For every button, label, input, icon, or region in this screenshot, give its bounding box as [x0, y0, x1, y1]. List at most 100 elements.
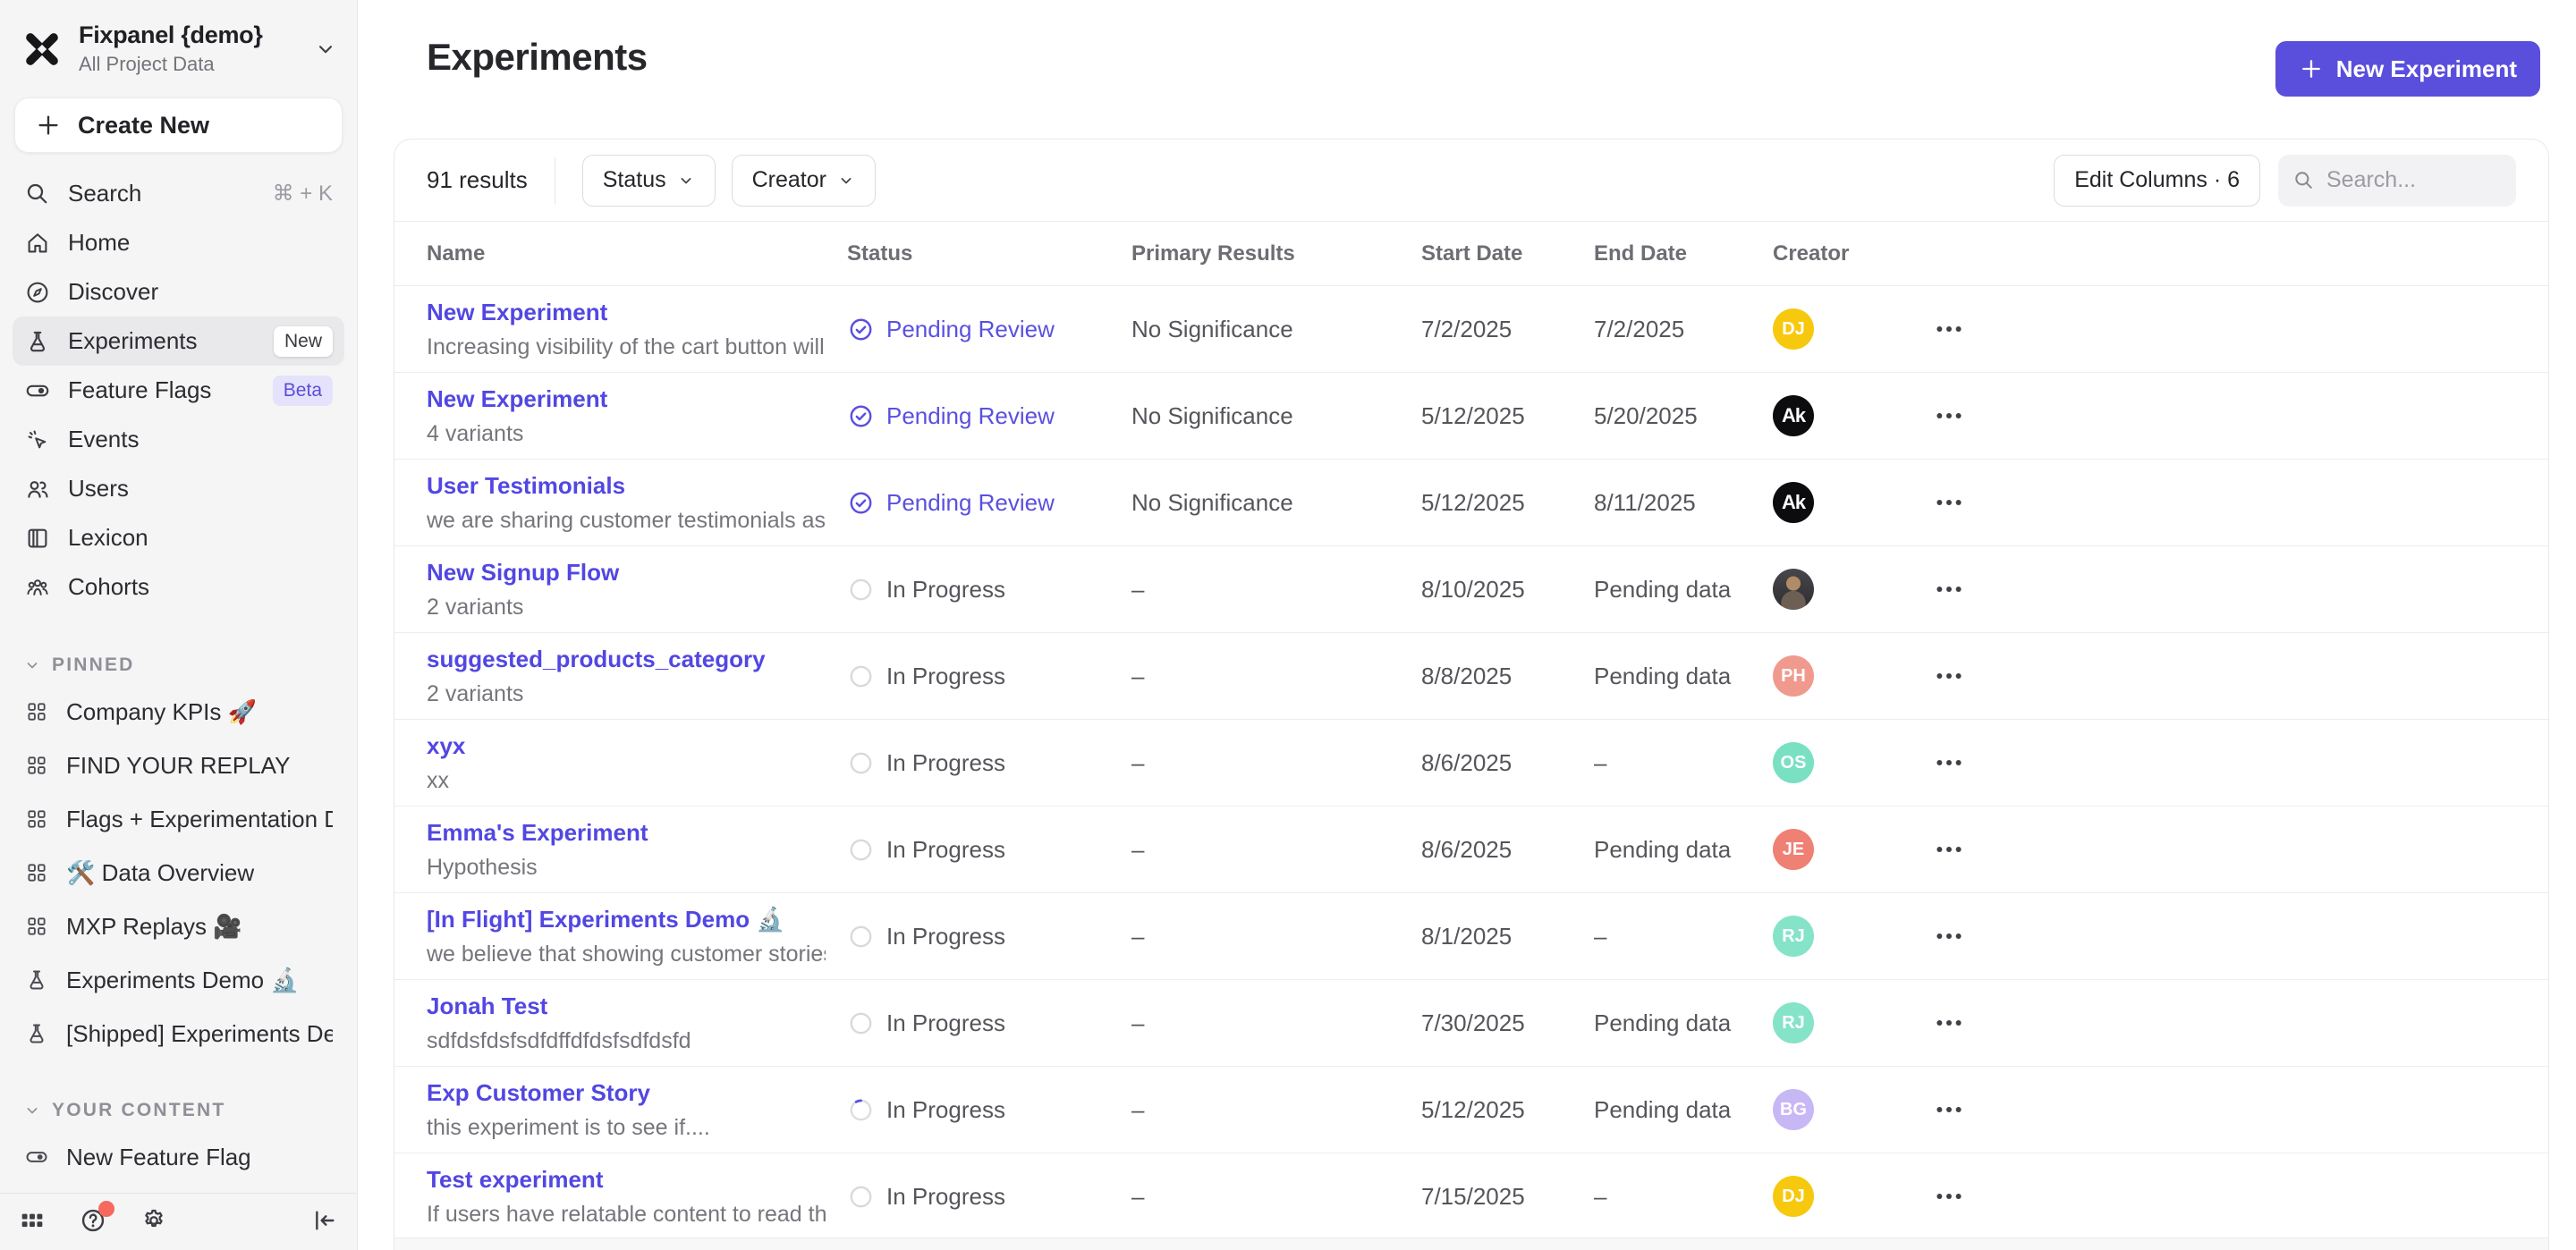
section-header-your-content[interactable]: YOUR CONTENT	[0, 1091, 357, 1130]
section-header-pinned[interactable]: PINNED	[0, 646, 357, 685]
kebab-menu-icon	[1934, 661, 1964, 691]
create-new-button[interactable]: Create New	[14, 97, 343, 153]
table-row: New Experiment Increasing visibility of t…	[394, 286, 2548, 373]
apps-grid-icon[interactable]	[18, 1206, 47, 1235]
experiment-description: Hypothesis	[427, 855, 826, 881]
sidebar-item-data-overview[interactable]: 🛠️ Data Overview	[13, 846, 344, 899]
experiment-link[interactable]: [In Flight] Experiments Demo 🔬	[427, 906, 826, 933]
end-date-cell: Pending data	[1594, 836, 1773, 864]
row-actions-button[interactable]	[1934, 574, 1996, 604]
experiment-link[interactable]: New Experiment	[427, 385, 826, 413]
status-circle-icon	[847, 1183, 875, 1211]
row-actions-button[interactable]	[1934, 314, 1996, 344]
creator-cell: OS	[1773, 742, 1934, 783]
status-filter-button[interactable]: Status	[582, 155, 716, 207]
new-experiment-button[interactable]: New Experiment	[2275, 41, 2540, 97]
experiment-link[interactable]: New Experiment	[427, 299, 826, 326]
sidebar-item-users[interactable]: Users	[13, 464, 344, 513]
experiment-description: sdfdsfdsfsdfdffdfdsfsdfdsfd	[427, 1028, 826, 1054]
status-cell: In Progress	[847, 576, 1131, 604]
sidebar-item-mxp-replays[interactable]: MXP Replays 🎥	[13, 899, 344, 953]
status-label: In Progress	[886, 576, 1005, 604]
avatar[interactable]: BG	[1773, 1089, 1814, 1130]
sidebar-item-cohorts[interactable]: Cohorts	[13, 562, 344, 612]
sidebar-item-company-kpis[interactable]: Company KPIs 🚀	[13, 685, 344, 739]
experiment-link[interactable]: Jonah Test	[427, 992, 826, 1020]
experiment-link[interactable]: xyx	[427, 732, 826, 760]
start-date-cell: 5/12/2025	[1421, 1096, 1594, 1124]
home-icon	[24, 230, 51, 257]
row-actions-button[interactable]	[1934, 401, 1996, 431]
avatar[interactable]: OS	[1773, 742, 1814, 783]
workspace-switcher[interactable]: Fixpanel {demo} All Project Data	[0, 0, 357, 92]
search-icon	[24, 181, 51, 207]
sidebar-item-home[interactable]: Home	[13, 218, 344, 267]
avatar-photo[interactable]	[1773, 569, 1814, 610]
status-circle-icon	[847, 749, 875, 777]
avatar[interactable]: JE	[1773, 829, 1814, 870]
row-actions-button[interactable]	[1934, 1008, 1996, 1038]
avatar[interactable]: DJ	[1773, 308, 1814, 350]
sidebar-item-events[interactable]: Events	[13, 415, 344, 464]
experiment-link[interactable]: Exp Customer Story	[427, 1079, 826, 1107]
start-date-cell: 8/1/2025	[1421, 923, 1594, 950]
sidebar-item-discover[interactable]: Discover	[13, 267, 344, 317]
row-actions-button[interactable]	[1934, 747, 1996, 778]
edit-columns-button[interactable]: Edit Columns · 6	[2054, 155, 2260, 207]
experiment-link[interactable]: User Testimonials	[427, 472, 826, 500]
end-date-cell: –	[1594, 749, 1773, 777]
kebab-menu-icon	[1934, 1094, 1964, 1125]
row-actions-button[interactable]	[1934, 487, 1996, 518]
sidebar-item-find-your-replay[interactable]: FIND YOUR REPLAY	[13, 739, 344, 792]
avatar[interactable]: Ak	[1773, 482, 1814, 523]
sidebar-item-lexicon[interactable]: Lexicon	[13, 513, 344, 562]
sidebar-item-experiments[interactable]: ExperimentsNew	[13, 317, 344, 366]
experiment-link[interactable]: suggested_products_category	[427, 646, 826, 673]
workspace-name: Fixpanel {demo}	[79, 21, 298, 49]
experiment-link[interactable]: Emma's Experiment	[427, 819, 826, 847]
sidebar-item-experiments-demo[interactable]: Experiments Demo 🔬	[13, 953, 344, 1007]
board-icon	[24, 753, 49, 778]
row-actions-button[interactable]	[1934, 661, 1996, 691]
status-circle-icon	[847, 923, 875, 950]
chevron-down-icon	[677, 172, 695, 190]
settings-gear-icon[interactable]	[140, 1206, 168, 1235]
primary-results-cell: No Significance	[1131, 316, 1421, 343]
help-icon[interactable]	[79, 1206, 107, 1235]
experiment-link[interactable]: Test experiment	[427, 1166, 826, 1194]
avatar[interactable]: Ak	[1773, 395, 1814, 436]
row-actions-button[interactable]	[1934, 1181, 1996, 1212]
sidebar-item-flags-experimentation-demo[interactable]: Flags + Experimentation Demo 🧪	[13, 792, 344, 846]
flask-icon	[24, 328, 51, 355]
avatar[interactable]: RJ	[1773, 1002, 1814, 1043]
sidebar-item-new-feature-flag[interactable]: New Feature Flag	[13, 1130, 344, 1184]
toggle-icon	[24, 1144, 49, 1170]
sidebar-item-feature-flags[interactable]: Feature FlagsBeta	[13, 366, 344, 415]
sidebar-item-shipped-experiments-demo[interactable]: [Shipped] Experiments Demo 🖊️	[13, 1007, 344, 1060]
avatar[interactable]: RJ	[1773, 916, 1814, 957]
experiment-description: we are sharing customer testimonials as …	[427, 508, 826, 534]
primary-results-cell: –	[1131, 923, 1421, 950]
status-circle-icon	[847, 663, 875, 690]
kebab-menu-icon	[1934, 834, 1964, 865]
avatar[interactable]: DJ	[1773, 1176, 1814, 1217]
column-header-creator: Creator	[1773, 241, 1934, 266]
creator-cell: Ak	[1773, 395, 1934, 436]
avatar[interactable]: PH	[1773, 655, 1814, 697]
status-label: In Progress	[886, 663, 1005, 690]
status-cell: In Progress	[847, 1183, 1131, 1211]
row-actions-button[interactable]	[1934, 921, 1996, 951]
row-actions-button[interactable]	[1934, 834, 1996, 865]
collapse-sidebar-icon[interactable]	[310, 1206, 339, 1235]
beta-badge: Beta	[273, 376, 333, 406]
sidebar-item-search[interactable]: Search⌘ + K	[13, 169, 344, 218]
status-spinner-icon	[847, 1096, 875, 1124]
experiment-link[interactable]: New Signup Flow	[427, 559, 826, 587]
end-date-cell: Pending data	[1594, 1009, 1773, 1037]
end-date-cell: Pending data	[1594, 576, 1773, 604]
creator-filter-button[interactable]: Creator	[732, 155, 876, 207]
row-actions-button[interactable]	[1934, 1094, 1996, 1125]
experiment-description: Increasing visibility of the cart button…	[427, 334, 826, 360]
creator-cell: PH	[1773, 655, 1934, 697]
search-input[interactable]	[2326, 167, 2502, 193]
